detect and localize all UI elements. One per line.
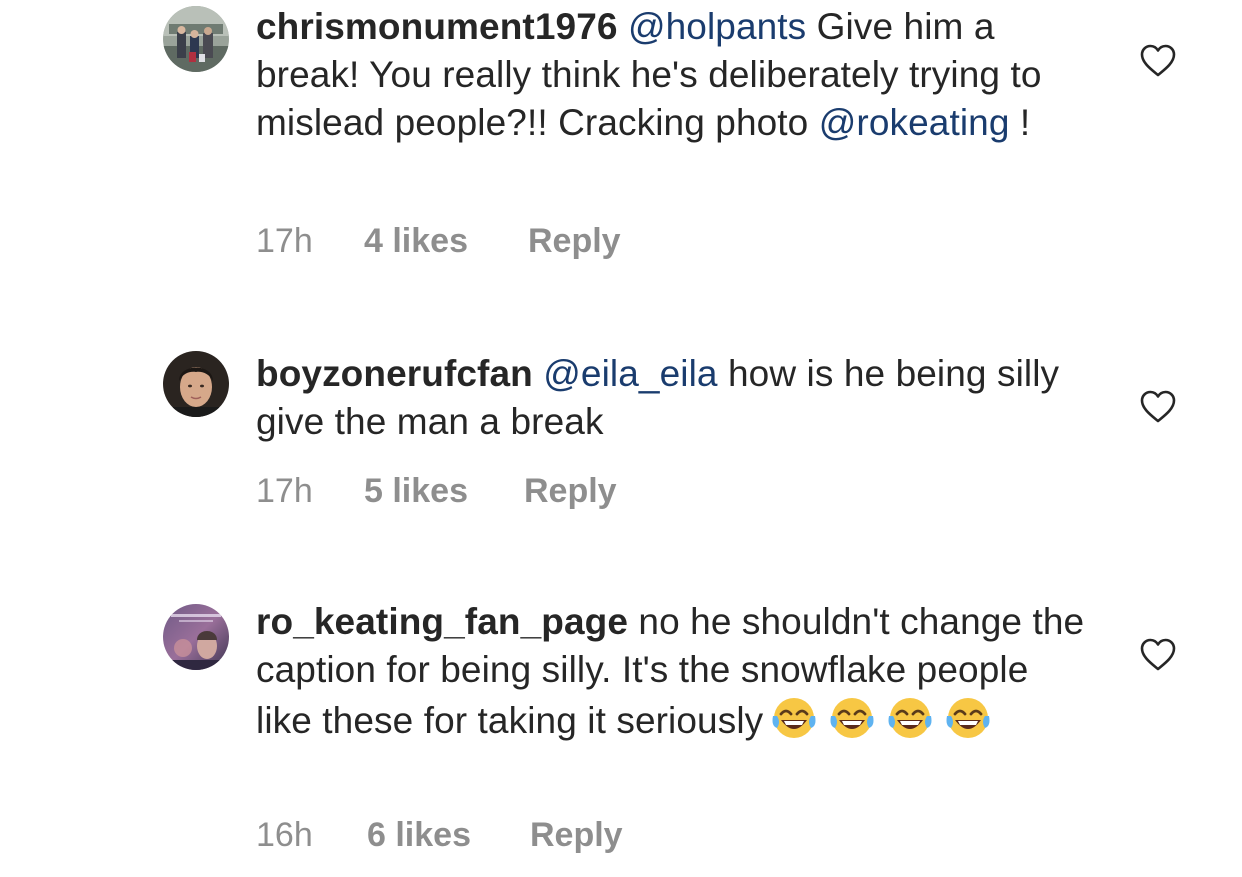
heart-outline-icon[interactable] — [1140, 638, 1176, 672]
tears-of-joy-emoji-icon — [943, 694, 993, 742]
comment-likes[interactable]: 5 likes — [364, 472, 468, 511]
heart-outline-icon[interactable] — [1140, 390, 1176, 424]
tears-of-joy-emoji-icon — [769, 694, 819, 742]
mention-link[interactable]: @holpants — [628, 6, 806, 47]
family-photo-avatar-icon — [163, 6, 229, 72]
album-cover-avatar-icon — [163, 604, 229, 670]
reply-button[interactable]: Reply — [530, 816, 623, 855]
user-avatar[interactable] — [163, 6, 229, 72]
reply-button[interactable]: Reply — [524, 472, 617, 511]
heart-outline-icon[interactable] — [1140, 44, 1176, 78]
comment-username[interactable]: chrismonument1976 — [256, 6, 618, 47]
emoji-group — [769, 694, 1001, 754]
mention-link[interactable]: @rokeating — [819, 102, 1010, 143]
comment-text: ro_keating_fan_page no he shouldn't chan… — [256, 598, 1086, 754]
comment-timestamp[interactable]: 17h — [256, 472, 313, 511]
comment-timestamp[interactable]: 16h — [256, 816, 313, 855]
comment-text: boyzonerufcfan @eila_eila how is he bein… — [256, 350, 1086, 446]
tears-of-joy-emoji-icon — [885, 694, 935, 742]
comment-likes[interactable]: 6 likes — [367, 816, 471, 855]
man-portrait-avatar-icon — [163, 351, 229, 417]
comment-username[interactable]: boyzonerufcfan — [256, 353, 533, 394]
user-avatar[interactable] — [163, 351, 229, 417]
comment-text: chrismonument1976 @holpants Give him a b… — [256, 3, 1086, 147]
mention-link[interactable]: @eila_eila — [543, 353, 717, 394]
tears-of-joy-emoji-icon — [827, 694, 877, 742]
comment-timestamp[interactable]: 17h — [256, 222, 313, 261]
reply-button[interactable]: Reply — [528, 222, 621, 261]
user-avatar[interactable] — [163, 604, 229, 670]
comment-body-end: ! — [1009, 102, 1031, 143]
comment-likes[interactable]: 4 likes — [364, 222, 468, 261]
comment-username[interactable]: ro_keating_fan_page — [256, 601, 628, 642]
